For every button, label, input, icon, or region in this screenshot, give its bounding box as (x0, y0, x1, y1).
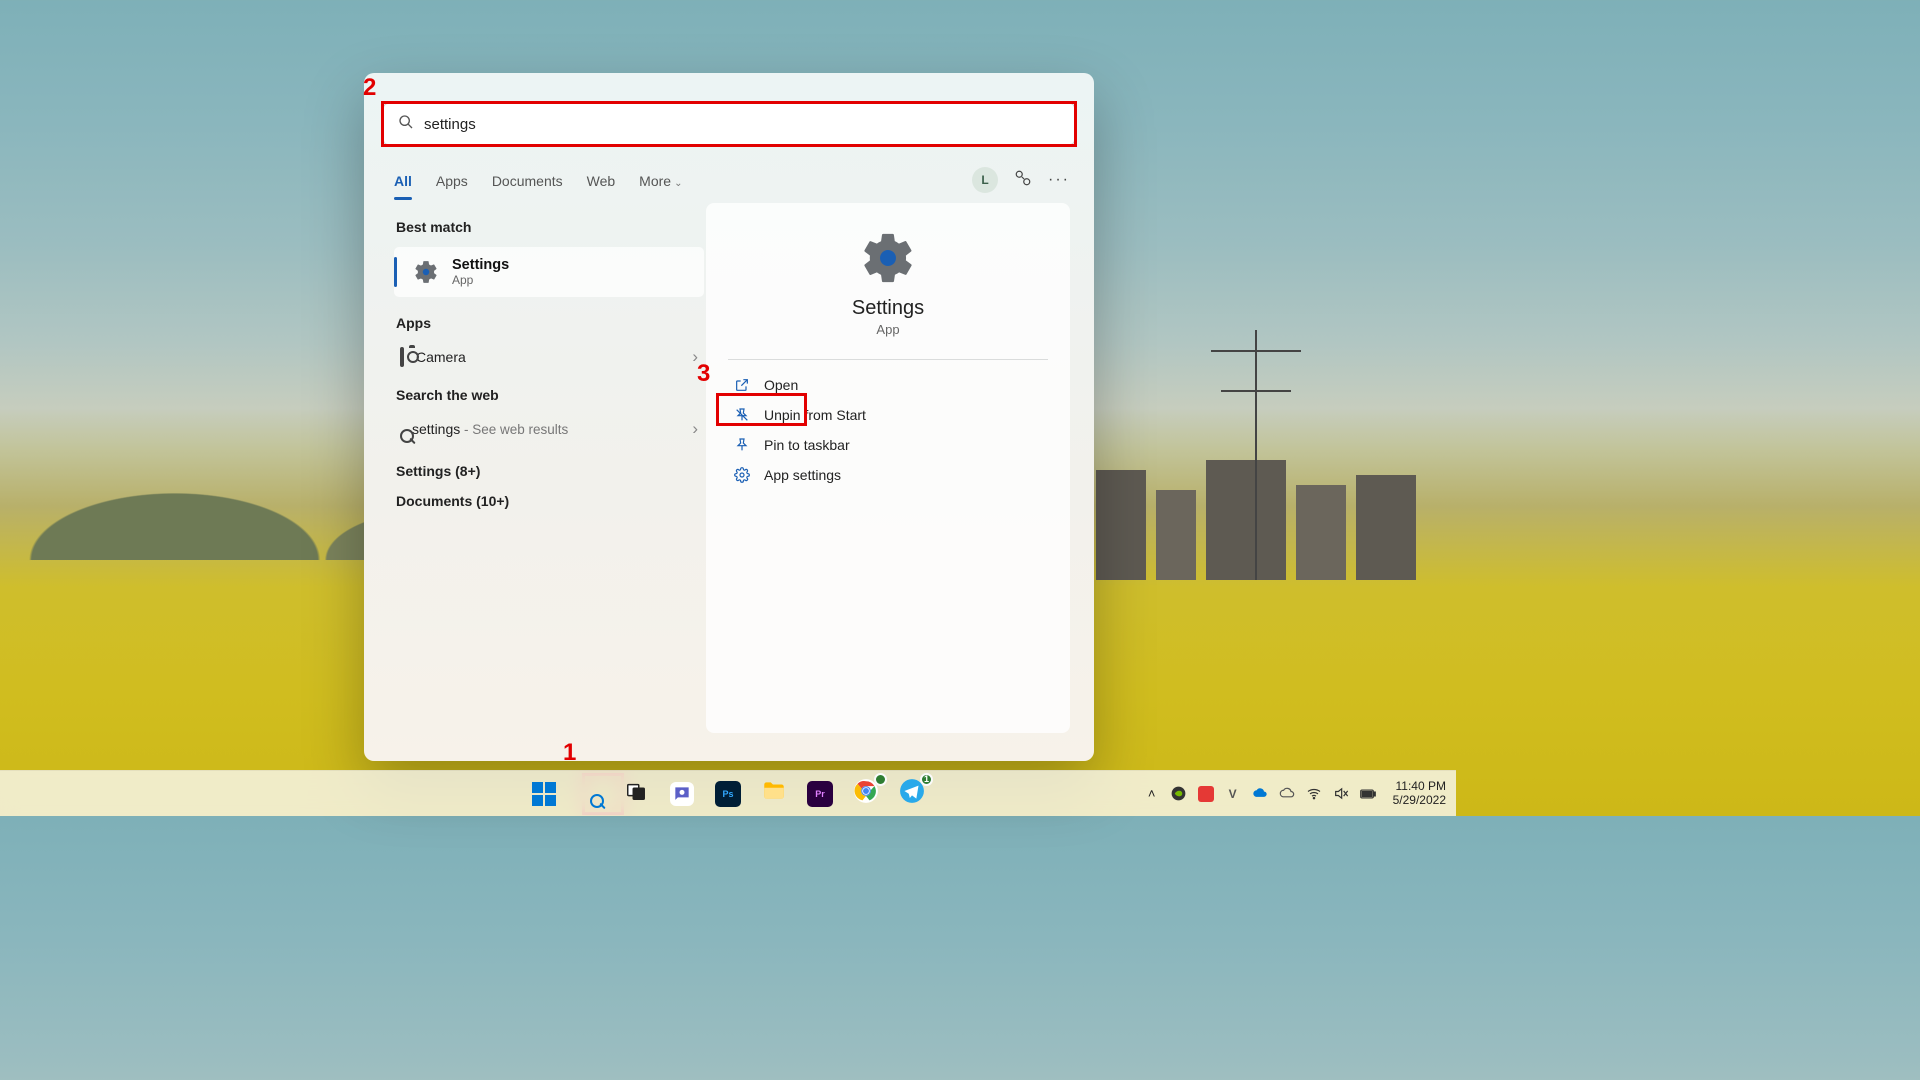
preview-title: Settings (728, 297, 1048, 320)
tab-web[interactable]: Web (587, 169, 616, 193)
search-flyout: All Apps Documents Web More⌄ L ··· Best … (364, 73, 1094, 761)
action-unpin-start[interactable]: Unpin from Start (728, 400, 1048, 430)
tab-apps[interactable]: Apps (436, 169, 468, 193)
taskbar: Ps Pr 1 ˄ V (0, 770, 1456, 816)
app-chat[interactable] (664, 776, 700, 812)
chevron-right-icon: › (692, 347, 698, 367)
notification-dot (874, 773, 887, 786)
preview-app-icon (859, 229, 917, 287)
result-camera-label: Camera (416, 349, 466, 365)
chevron-down-icon: ⌄ (674, 178, 682, 189)
chevron-right-icon: › (692, 419, 698, 439)
tab-all[interactable]: All (394, 169, 412, 193)
tray-app-v-icon[interactable]: V (1225, 786, 1241, 802)
folder-icon (761, 778, 787, 809)
action-app-settings-label: App settings (764, 467, 841, 483)
taskbar-clock[interactable]: 11:40 PM 5/29/2022 (1393, 780, 1446, 808)
system-tray: ˄ V 11:40 PM 5/29/2022 (1144, 771, 1446, 816)
premiere-icon: Pr (807, 781, 833, 807)
flyout-top-right: L ··· (972, 167, 1070, 193)
tray-battery-icon[interactable] (1360, 786, 1376, 802)
tray-onedrive-icon[interactable] (1252, 786, 1268, 802)
tray-overflow-icon[interactable]: ˄ (1144, 786, 1160, 802)
start-button[interactable] (526, 776, 562, 812)
result-documents-group[interactable]: Documents (10+) (396, 493, 704, 509)
action-app-settings[interactable]: App settings (728, 460, 1048, 490)
search-box[interactable] (383, 103, 1075, 145)
windows-logo-icon (532, 782, 556, 806)
tray-app-red-icon[interactable] (1198, 786, 1214, 802)
search-icon (398, 114, 414, 135)
clock-time: 11:40 PM (1393, 780, 1446, 794)
camera-icon (400, 349, 404, 365)
more-options-icon[interactable]: ··· (1048, 171, 1070, 189)
app-photoshop[interactable]: Ps (710, 776, 746, 812)
tab-more[interactable]: More⌄ (639, 169, 682, 193)
tray-wifi-icon[interactable] (1306, 786, 1322, 802)
best-match-item[interactable]: Settings App (394, 247, 704, 297)
result-camera[interactable]: Camera › (394, 339, 704, 375)
result-settings-group[interactable]: Settings (8+) (396, 463, 704, 479)
result-web-search[interactable]: settings - See web results › (394, 411, 704, 447)
filter-tabs: All Apps Documents Web More⌄ (394, 169, 682, 193)
user-avatar[interactable]: L (972, 167, 998, 193)
action-open[interactable]: Open (728, 370, 1048, 400)
tray-volume-icon[interactable] (1333, 786, 1349, 802)
clock-date: 5/29/2022 (1393, 794, 1446, 808)
search-button[interactable] (572, 776, 608, 812)
rewards-icon[interactable] (1014, 169, 1032, 192)
results-left-column: Best match Settings App Apps Camera › Se… (394, 219, 704, 517)
photoshop-icon: Ps (715, 781, 741, 807)
task-view-button[interactable] (618, 776, 654, 812)
best-match-title: Settings (452, 257, 509, 273)
app-premiere[interactable]: Pr (802, 776, 838, 812)
tab-documents[interactable]: Documents (492, 169, 563, 193)
app-telegram[interactable]: 1 (894, 776, 930, 812)
app-file-explorer[interactable] (756, 776, 792, 812)
divider (728, 359, 1048, 360)
apps-heading: Apps (396, 315, 704, 331)
app-chrome[interactable] (848, 776, 884, 812)
action-pin-taskbar[interactable]: Pin to taskbar (728, 430, 1048, 460)
settings-gear-icon (412, 258, 440, 286)
wallpaper-buildings (1076, 430, 1456, 580)
tray-nvidia-icon[interactable] (1171, 786, 1187, 802)
search-web-heading: Search the web (396, 387, 704, 403)
preview-pane: Settings App Open Unpin from Start Pin t… (706, 203, 1070, 733)
tray-weather-icon[interactable] (1279, 786, 1295, 802)
search-input[interactable] (424, 116, 1060, 133)
chat-icon (670, 782, 694, 806)
telegram-badge: 1 (920, 773, 933, 786)
result-web-label: settings - See web results (412, 421, 568, 437)
action-open-label: Open (764, 377, 798, 393)
action-pin-taskbar-label: Pin to taskbar (764, 437, 850, 453)
preview-subtitle: App (728, 322, 1048, 337)
task-view-icon (625, 780, 647, 807)
best-match-heading: Best match (396, 219, 704, 235)
best-match-subtitle: App (452, 273, 509, 287)
action-unpin-label: Unpin from Start (764, 407, 866, 423)
taskbar-center: Ps Pr 1 (526, 776, 930, 812)
